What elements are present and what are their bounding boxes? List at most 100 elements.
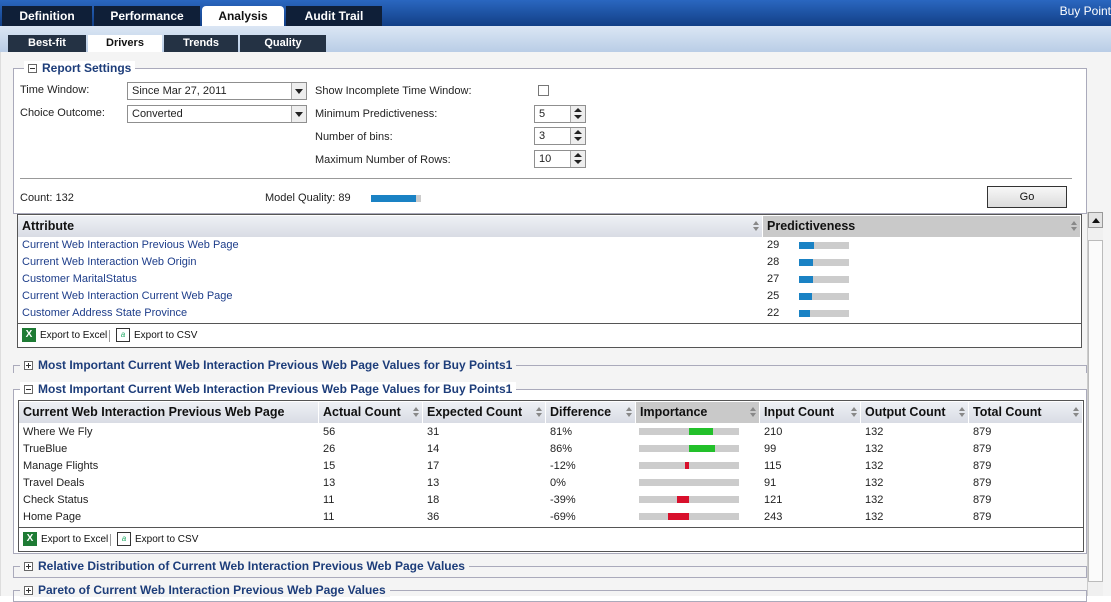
total-cell: 879 (973, 494, 992, 506)
attribute-link[interactable]: Current Web Interaction Previous Web Pag… (22, 237, 239, 254)
diff-cell: 81% (550, 426, 573, 438)
attribute-header[interactable]: Attribute (18, 216, 763, 237)
output-count-header[interactable]: Output Count (861, 402, 969, 423)
export-excel-button[interactable]: X Export to Excel (22, 328, 107, 342)
vertical-scrollbar[interactable] (1087, 212, 1103, 596)
actual-cell: 11 (323, 494, 335, 506)
output-cell: 132 (865, 477, 884, 489)
min-predictiveness-label: Minimum Predictiveness: (315, 108, 438, 120)
total-count-header[interactable]: Total Count (969, 402, 1083, 423)
report-settings-section: Report Settings Time Window: Since Mar 2… (13, 61, 1087, 214)
input-count-header[interactable]: Input Count (760, 402, 861, 423)
page-header[interactable]: Current Web Interaction Previous Web Pag… (19, 402, 319, 423)
report-settings-header[interactable]: Report Settings (24, 61, 136, 75)
tab-performance[interactable]: Performance (94, 6, 200, 26)
importance-bar (639, 496, 739, 503)
sort-icon[interactable] (851, 407, 857, 418)
attribute-link[interactable]: Customer Address State Province (22, 305, 187, 322)
predictiveness-fill (799, 293, 812, 300)
predictiveness-bar (799, 276, 849, 283)
sort-icon[interactable] (413, 407, 419, 418)
tab-best-fit[interactable]: Best-fit (8, 35, 86, 52)
pareto-header[interactable]: Pareto of Current Web Interaction Previo… (20, 583, 390, 597)
total-cell: 879 (973, 426, 992, 438)
stepper-icon[interactable] (570, 106, 585, 122)
stepper-icon[interactable] (570, 128, 585, 144)
table-row: Customer MaritalStatus 27 (18, 271, 1081, 288)
predictiveness-fill (799, 310, 810, 317)
choice-outcome-select[interactable]: Converted (127, 105, 307, 123)
time-window-select[interactable]: Since Mar 27, 2011 (127, 82, 307, 100)
predictiveness-fill (799, 276, 813, 283)
page-cell: Home Page (23, 511, 82, 523)
scroll-up-icon[interactable] (1088, 212, 1103, 228)
drivers-panel: Report Settings Time Window: Since Mar 2… (0, 52, 1111, 602)
attribute-grid: Attribute Predictiveness Current Web Int… (17, 214, 1082, 348)
show-incomplete-checkbox[interactable] (538, 85, 549, 96)
importance-header[interactable]: Importance (636, 402, 760, 423)
tab-definition[interactable]: Definition (2, 6, 92, 26)
go-button[interactable]: Go (987, 186, 1067, 208)
stepper-icon[interactable] (570, 151, 585, 167)
header-label: Difference (550, 405, 612, 419)
table-row: Check Status 11 18 -39% 121 132 879 (19, 492, 1083, 509)
export-excel-button[interactable]: X Export to Excel (23, 532, 108, 546)
expand-icon[interactable] (24, 360, 33, 370)
sort-icon[interactable] (1071, 221, 1077, 232)
actual-cell: 13 (323, 477, 336, 489)
expand-icon[interactable] (24, 561, 33, 571)
importance-bar (639, 513, 739, 520)
csv-icon: a (117, 532, 131, 546)
important-values-header[interactable]: Most Important Current Web Interaction P… (20, 382, 517, 396)
expand-icon[interactable] (24, 585, 33, 595)
predictiveness-bar (799, 310, 849, 317)
max-rows-stepper[interactable]: 10 (534, 150, 586, 168)
sort-icon[interactable] (753, 221, 759, 232)
tab-trends[interactable]: Trends (164, 35, 238, 52)
sub-tab-bar: Best-fit Drivers Trends Quality (0, 26, 1111, 52)
attribute-link[interactable]: Current Web Interaction Web Origin (22, 254, 196, 271)
sort-icon[interactable] (1073, 407, 1079, 418)
bins-stepper[interactable]: 3 (534, 127, 586, 145)
input-cell: 115 (764, 460, 782, 472)
predictiveness-value: 25 (767, 290, 780, 302)
sort-icon[interactable] (750, 407, 756, 418)
important-values-header-collapsed[interactable]: Most Important Current Web Interaction P… (20, 358, 517, 372)
expected-count-header[interactable]: Expected Count (423, 402, 546, 423)
csv-icon: a (116, 328, 130, 342)
chevron-down-icon[interactable] (291, 83, 306, 99)
tab-audit-trail[interactable]: Audit Trail (286, 6, 382, 26)
tab-analysis[interactable]: Analysis (202, 6, 284, 26)
scrollbar-thumb[interactable] (1088, 240, 1103, 582)
sort-icon[interactable] (959, 407, 965, 418)
attribute-link[interactable]: Current Web Interaction Current Web Page (22, 288, 233, 305)
predictiveness-value: 22 (767, 307, 780, 319)
pareto-section: Pareto of Current Web Interaction Previo… (13, 583, 1087, 602)
export-csv-button[interactable]: a Export to CSV (116, 328, 197, 342)
model-quality-bar (371, 195, 421, 202)
distribution-header[interactable]: Relative Distribution of Current Web Int… (20, 559, 469, 573)
values-grid: Current Web Interaction Previous Web Pag… (18, 400, 1084, 552)
bins-value: 3 (539, 130, 546, 142)
export-csv-button[interactable]: a Export to CSV (117, 532, 198, 546)
header-label: Total Count (973, 405, 1042, 419)
important-values-title: Most Important Current Web Interaction P… (38, 382, 513, 396)
table-row: Travel Deals 13 13 0% 91 132 879 (19, 475, 1083, 492)
predictiveness-header-label: Predictiveness (767, 219, 856, 233)
chevron-down-icon[interactable] (291, 106, 306, 122)
sort-icon[interactable] (626, 407, 632, 418)
min-predictiveness-stepper[interactable]: 5 (534, 105, 586, 123)
difference-header[interactable]: Difference (546, 402, 636, 423)
tab-drivers[interactable]: Drivers (88, 35, 162, 52)
importance-bar (639, 428, 739, 435)
sort-icon[interactable] (536, 407, 542, 418)
collapse-icon[interactable] (28, 63, 37, 73)
predictiveness-bar (799, 259, 849, 266)
actual-count-header[interactable]: Actual Count (319, 402, 423, 423)
page-cell: Travel Deals (23, 477, 85, 489)
collapse-icon[interactable] (24, 384, 33, 394)
tab-quality[interactable]: Quality (240, 35, 326, 52)
page-cell: TrueBlue (23, 443, 68, 455)
attribute-link[interactable]: Customer MaritalStatus (22, 271, 137, 288)
predictiveness-header[interactable]: Predictiveness (763, 216, 1081, 237)
